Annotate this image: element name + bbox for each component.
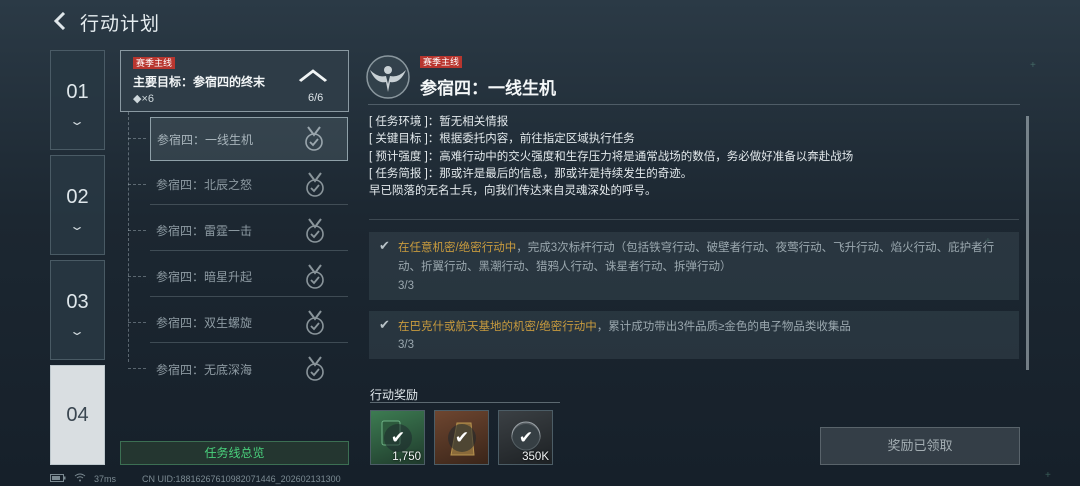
mission-label: 参宿四：北辰之怒 bbox=[156, 178, 253, 192]
objective-text: 在任意机密/绝密行动中，完成3次标杆行动（包括铁穹行动、破壁者行动、夜莺行动、飞… bbox=[398, 242, 995, 273]
objective-count: 3/3 bbox=[398, 339, 414, 351]
info-value: ：暂无相关情报 bbox=[427, 116, 509, 128]
objective-count: 3/3 bbox=[398, 280, 414, 292]
eagle-emblem-icon bbox=[364, 54, 412, 100]
mission-item[interactable]: 参宿四：北辰之怒 bbox=[150, 165, 348, 205]
divider bbox=[370, 402, 560, 403]
tree-connector bbox=[128, 322, 146, 324]
claimed-check-icon: ✔ bbox=[512, 424, 540, 452]
check-icon: ✔ bbox=[379, 238, 390, 253]
page-title: 行动计划 bbox=[80, 14, 161, 35]
objective-text: 在巴克什或航天基地的机密/绝密行动中，累计成功带出3件品质≥金色的电子物品类收集… bbox=[398, 321, 851, 333]
uid-text: CN UID:18816267610982071446_202602131300 bbox=[142, 473, 341, 484]
wifi-icon bbox=[74, 473, 86, 484]
info-value: ：高难行动中的交火强度和生存压力将是通常战场的数倍，务必做好准备以奔赴战场 bbox=[427, 150, 854, 163]
mission-label: 参宿四：双生螺旋 bbox=[156, 316, 253, 330]
chevron-down-icon: ⌄ bbox=[69, 218, 86, 233]
reward-amount: 1,750 bbox=[392, 451, 421, 463]
chevron-up-icon[interactable] bbox=[297, 63, 328, 89]
reward-item[interactable]: ✔ 1,750 bbox=[370, 410, 425, 465]
info-key: [ 任务简报 ] bbox=[369, 167, 428, 180]
mission-label: 参宿四：一线生机 bbox=[157, 132, 254, 147]
chapter-number: 01 bbox=[66, 80, 89, 103]
claimed-check-icon: ✔ bbox=[384, 424, 412, 452]
main-target-goal: 主要目标：参宿四的终末 bbox=[133, 75, 266, 89]
mission-title: 参宿四：一线生机 bbox=[420, 79, 556, 98]
chevron-down-icon: ⌄ bbox=[69, 113, 86, 128]
chapter-tab-02[interactable]: 02 ⌄ bbox=[50, 155, 105, 255]
mission-item[interactable]: 参宿四：雷霆一击 bbox=[150, 211, 348, 251]
objective-item: ✔ 在巴克什或航天基地的机密/绝密行动中，累计成功带出3件品质≥金色的电子物品类… bbox=[369, 311, 1019, 359]
medal-check-icon bbox=[304, 356, 326, 382]
chapter-tab-04[interactable]: 04 bbox=[50, 365, 105, 465]
objective-item: ✔ 在任意机密/绝密行动中，完成3次标杆行动（包括铁穹行动、破壁者行动、夜莺行动… bbox=[369, 232, 1019, 300]
rewards-label: 行动奖励 bbox=[370, 388, 419, 402]
mission-item[interactable]: 参宿四：无底深海 bbox=[150, 349, 348, 389]
medal-check-icon bbox=[304, 217, 326, 244]
divider bbox=[368, 104, 1020, 105]
reward-amount: 350K bbox=[522, 451, 549, 463]
medal-check-icon bbox=[304, 171, 326, 198]
mission-overview-button[interactable]: 任务线总览 bbox=[120, 441, 349, 465]
reward-item[interactable]: ✔ bbox=[434, 410, 489, 465]
season-tag: 赛季主线 bbox=[133, 57, 176, 69]
main-target-progress: 6/6 bbox=[308, 92, 324, 104]
chapter-number: 04 bbox=[66, 403, 89, 426]
mission-item[interactable]: 参宿四：一线生机 bbox=[150, 117, 348, 161]
tree-connector bbox=[128, 230, 146, 232]
mission-item[interactable]: 参宿四：暗星升起 bbox=[150, 257, 348, 297]
tree-connector bbox=[128, 368, 146, 370]
info-line: [ 预计强度 ]：高难行动中的交火强度和生存压力将是通常战场的数倍，务必做好准备… bbox=[369, 149, 1019, 166]
reward-item[interactable]: ✔ 350K bbox=[498, 410, 553, 465]
main-target-card[interactable]: 赛季主线 主要目标：参宿四的终末 ◆×6 6/6 bbox=[120, 50, 349, 112]
ping-text: 37ms bbox=[94, 473, 117, 484]
mission-label: 参宿四：无底深海 bbox=[156, 362, 253, 377]
medal-check-icon bbox=[304, 309, 326, 336]
season-tag: 赛季主线 bbox=[420, 56, 463, 68]
claimed-check-icon: ✔ bbox=[448, 424, 476, 452]
info-line: [ 任务环境 ]：暂无相关情报 bbox=[369, 114, 1019, 131]
divider bbox=[369, 219, 1019, 220]
chapter-tab-01[interactable]: 01 ⌄ bbox=[50, 50, 105, 150]
status-bar: 37ms CN UID:18816267610982071446_2026021… bbox=[50, 473, 341, 484]
crosshair-deco-icon: + bbox=[1030, 60, 1036, 71]
crosshair-deco-icon: + bbox=[1045, 470, 1051, 481]
info-line: [ 关键目标 ]：根据委托内容，前往指定区域执行任务 bbox=[369, 131, 1019, 148]
main-target-count: ◆×6 bbox=[133, 93, 155, 105]
info-key: [ 关键目标 ] bbox=[369, 133, 428, 146]
info-key: [ 预计强度 ] bbox=[369, 150, 428, 163]
battery-icon bbox=[50, 473, 66, 484]
info-value: ：根据委托内容，前往指定区域执行任务 bbox=[427, 133, 635, 146]
mission-label: 参宿四：暗星升起 bbox=[156, 270, 253, 284]
tree-line bbox=[128, 112, 130, 362]
back-arrow-icon[interactable] bbox=[50, 10, 70, 32]
chapter-number: 03 bbox=[66, 290, 89, 313]
info-line: [ 任务简报 ]：那或许是最后的信息，那或许是持续发生的奇迹。 bbox=[369, 166, 1019, 183]
check-icon: ✔ bbox=[379, 317, 390, 332]
info-key: [ 任务环境 ] bbox=[369, 116, 428, 128]
medal-check-icon bbox=[303, 126, 325, 152]
chevron-down-icon: ⌄ bbox=[69, 323, 86, 338]
tree-connector bbox=[128, 184, 146, 186]
info-value: ：那或许是最后的信息，那或许是持续发生的奇迹。 bbox=[427, 167, 693, 180]
medal-check-icon bbox=[304, 263, 326, 290]
tree-connector bbox=[128, 138, 146, 140]
chapter-tab-03[interactable]: 03 ⌄ bbox=[50, 260, 105, 360]
mission-label: 参宿四：雷霆一击 bbox=[156, 224, 253, 238]
scrollbar[interactable] bbox=[1026, 116, 1029, 370]
tree-connector bbox=[128, 276, 146, 278]
chapter-number: 02 bbox=[66, 185, 89, 208]
flavor-text: 早已陨落的无名士兵，向我们传达来自灵魂深处的呼号。 bbox=[369, 185, 657, 198]
rewards-claimed-button[interactable]: 奖励已领取 bbox=[820, 427, 1020, 465]
mission-item[interactable]: 参宿四：双生螺旋 bbox=[150, 303, 348, 343]
mission-info: [ 任务环境 ]：暂无相关情报 [ 关键目标 ]：根据委托内容，前往指定区域执行… bbox=[369, 114, 1019, 200]
